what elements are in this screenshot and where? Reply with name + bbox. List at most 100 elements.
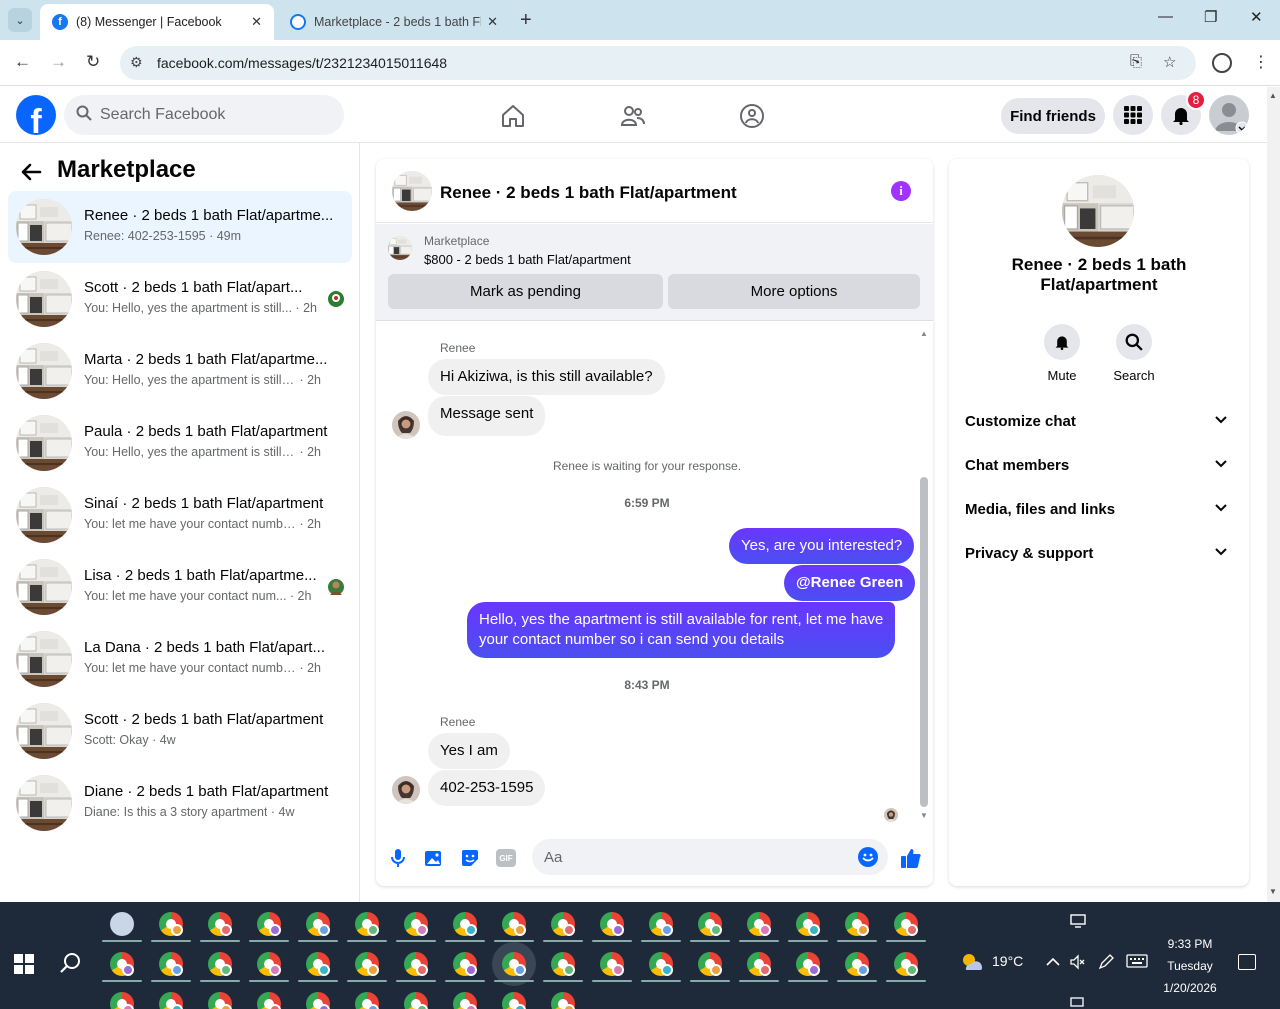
install-app-icon[interactable]: ⎘ [1130, 53, 1142, 70]
back-arrow-icon[interactable] [20, 161, 42, 189]
renee-avatar[interactable] [392, 776, 420, 804]
minimize-icon[interactable]: — [1158, 8, 1173, 25]
camera-icon[interactable] [1070, 994, 1084, 1009]
app-icon[interactable] [110, 912, 134, 936]
chrome-profile-icon[interactable] [404, 952, 428, 976]
close-tab-icon[interactable]: ✕ [487, 14, 498, 30]
page-scrollbar[interactable]: ▲ ▼ [1267, 87, 1280, 902]
renee-avatar[interactable] [392, 411, 420, 439]
facebook-logo-icon[interactable]: f [16, 95, 56, 135]
chrome-profile-icon[interactable] [747, 912, 771, 936]
chrome-profile-icon[interactable] [894, 912, 918, 936]
chrome-profile-icon[interactable] [453, 952, 477, 976]
sticker-icon[interactable] [459, 847, 481, 869]
windows-start-icon[interactable] [14, 954, 34, 974]
incoming-message[interactable]: Message sent [428, 396, 546, 436]
chrome-profile-icon[interactable] [502, 992, 526, 1009]
chrome-profile-icon[interactable] [845, 952, 869, 976]
scroll-down-icon[interactable]: ▼ [1269, 887, 1277, 896]
url-bar[interactable]: ⚙ facebook.com/messages/t/23212340150116… [120, 46, 1196, 80]
chrome-profile-icon[interactable] [698, 912, 722, 936]
back-arrow-icon[interactable]: ← [14, 52, 31, 72]
system-clock[interactable]: 9:33 PM Tuesday 1/20/2026 [1150, 933, 1230, 999]
pen-icon[interactable] [1098, 954, 1114, 973]
chat-members-section[interactable]: Chat members [957, 443, 1241, 487]
microphone-icon[interactable] [387, 847, 409, 869]
chrome-profile-icon[interactable] [159, 912, 183, 936]
chrome-profile-icon[interactable] [110, 952, 134, 976]
outgoing-mention[interactable]: @Renee Green [784, 565, 916, 601]
home-icon[interactable] [500, 103, 526, 129]
bookmark-star-icon[interactable]: ☆ [1163, 53, 1176, 71]
chrome-profile-icon[interactable] [600, 912, 624, 936]
chrome-profile-icon[interactable] [698, 952, 722, 976]
keyboard-icon[interactable] [1126, 954, 1148, 971]
chrome-profile-icon[interactable] [355, 912, 379, 936]
info-icon[interactable]: i [891, 181, 911, 201]
chrome-profile-icon[interactable] [208, 992, 232, 1009]
chrome-profile-icon[interactable] [159, 952, 183, 976]
mute-button[interactable]: Mute [1027, 324, 1097, 383]
find-friends-button[interactable]: Find friends [1001, 98, 1105, 134]
mark-as-pending-button[interactable]: Mark as pending [388, 274, 663, 309]
groups-icon[interactable] [739, 103, 765, 129]
privacy-support-section[interactable]: Privacy & support [957, 531, 1241, 575]
notification-center-icon[interactable] [1238, 954, 1256, 970]
chrome-profile-icon[interactable] [355, 992, 379, 1009]
outgoing-message[interactable]: Hello, yes the apartment is still availa… [467, 602, 896, 658]
chrome-profile-icon[interactable] [355, 952, 379, 976]
incoming-message[interactable]: Hi Akiziwa, is this still available? [428, 359, 665, 395]
conversation-item[interactable]: Marta · 2 beds 1 bath Flat/apartme... You… [8, 335, 352, 407]
chrome-profile-icon[interactable] [159, 992, 183, 1009]
chrome-profile-icon[interactable] [453, 912, 477, 936]
chrome-profile-icon[interactable] [453, 992, 477, 1009]
display-icon[interactable] [1070, 914, 1086, 931]
url-text[interactable]: facebook.com/messages/t/2321234015011648 [157, 55, 447, 71]
reload-icon[interactable]: ↻ [86, 52, 100, 72]
forward-arrow-icon[interactable]: → [50, 52, 67, 72]
chrome-profile-icon[interactable] [404, 912, 428, 936]
chrome-profile-icon[interactable] [649, 952, 673, 976]
browser-profile-icon[interactable] [1212, 53, 1232, 73]
conversation-item[interactable]: Lisa · 2 beds 1 bath Flat/apartme... You:… [8, 551, 352, 623]
incoming-message[interactable]: 402-253-1595 [428, 770, 546, 806]
more-options-button[interactable]: More options [668, 274, 920, 309]
restore-icon[interactable]: ❐ [1204, 8, 1217, 26]
like-thumbs-up-icon[interactable] [900, 847, 922, 869]
chat-scrollbar[interactable]: ▲ ▼ [918, 329, 930, 820]
listing-thumbnail[interactable] [388, 236, 412, 260]
close-tab-icon[interactable]: ✕ [251, 14, 262, 30]
chrome-profile-icon[interactable] [404, 992, 428, 1009]
conversation-item[interactable]: Paula · 2 beds 1 bath Flat/apartment You:… [8, 407, 352, 479]
facebook-search-box[interactable] [64, 95, 344, 135]
chrome-profile-icon[interactable] [306, 992, 330, 1009]
search-input[interactable] [100, 95, 330, 135]
bell-icon[interactable] [1044, 324, 1080, 360]
menu-grid-icon[interactable] [1113, 95, 1153, 135]
chrome-profile-icon[interactable] [502, 952, 526, 976]
chrome-profile-icon[interactable] [845, 912, 869, 936]
browser-menu-icon[interactable]: ⋮ [1253, 52, 1269, 72]
chrome-profile-icon[interactable] [502, 912, 526, 936]
chrome-profile-icon[interactable] [306, 912, 330, 936]
emoji-icon[interactable] [858, 847, 878, 867]
tab-marketplace[interactable]: Marketplace - 2 beds 1 bath Fla ✕ [278, 4, 510, 40]
chrome-profile-icon[interactable] [551, 992, 575, 1009]
weather-widget[interactable]: 19°C [960, 952, 1023, 970]
conversation-item[interactable]: Scott · 2 beds 1 bath Flat/apart... You: … [8, 263, 352, 335]
account-avatar[interactable] [1209, 95, 1249, 135]
chrome-profile-icon[interactable] [110, 992, 134, 1009]
search-in-conversation-button[interactable]: Search [1099, 324, 1169, 383]
media-files-links-section[interactable]: Media, files and links [957, 487, 1241, 531]
show-hidden-icons-icon[interactable] [1046, 954, 1060, 970]
scroll-up-icon[interactable]: ▲ [1269, 91, 1277, 100]
chrome-profile-icon[interactable] [208, 912, 232, 936]
chrome-profile-icon[interactable] [257, 992, 281, 1009]
chrome-profile-icon[interactable] [649, 912, 673, 936]
site-info-icon[interactable]: ⚙ [130, 54, 143, 71]
chrome-profile-icon[interactable] [306, 952, 330, 976]
conversation-item[interactable]: Renee · 2 beds 1 bath Flat/apartme... Ren… [8, 191, 352, 263]
conversation-item[interactable]: Diane · 2 beds 1 bath Flat/apartment Dian… [8, 767, 352, 839]
scrollbar-thumb[interactable] [920, 477, 928, 807]
tab-search-button[interactable]: ⌄ [8, 8, 32, 32]
